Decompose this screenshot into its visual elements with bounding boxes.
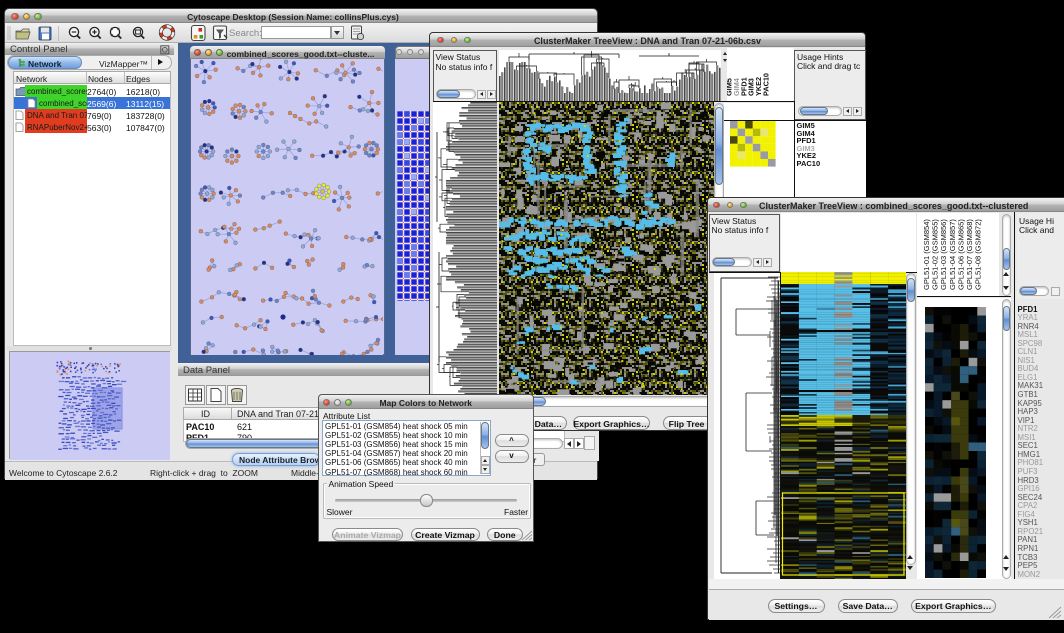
svg-text:GPL51-08 (GSM872): GPL51-08 (GSM872) <box>974 219 983 290</box>
svg-text:PAC10: PAC10 <box>762 73 771 96</box>
